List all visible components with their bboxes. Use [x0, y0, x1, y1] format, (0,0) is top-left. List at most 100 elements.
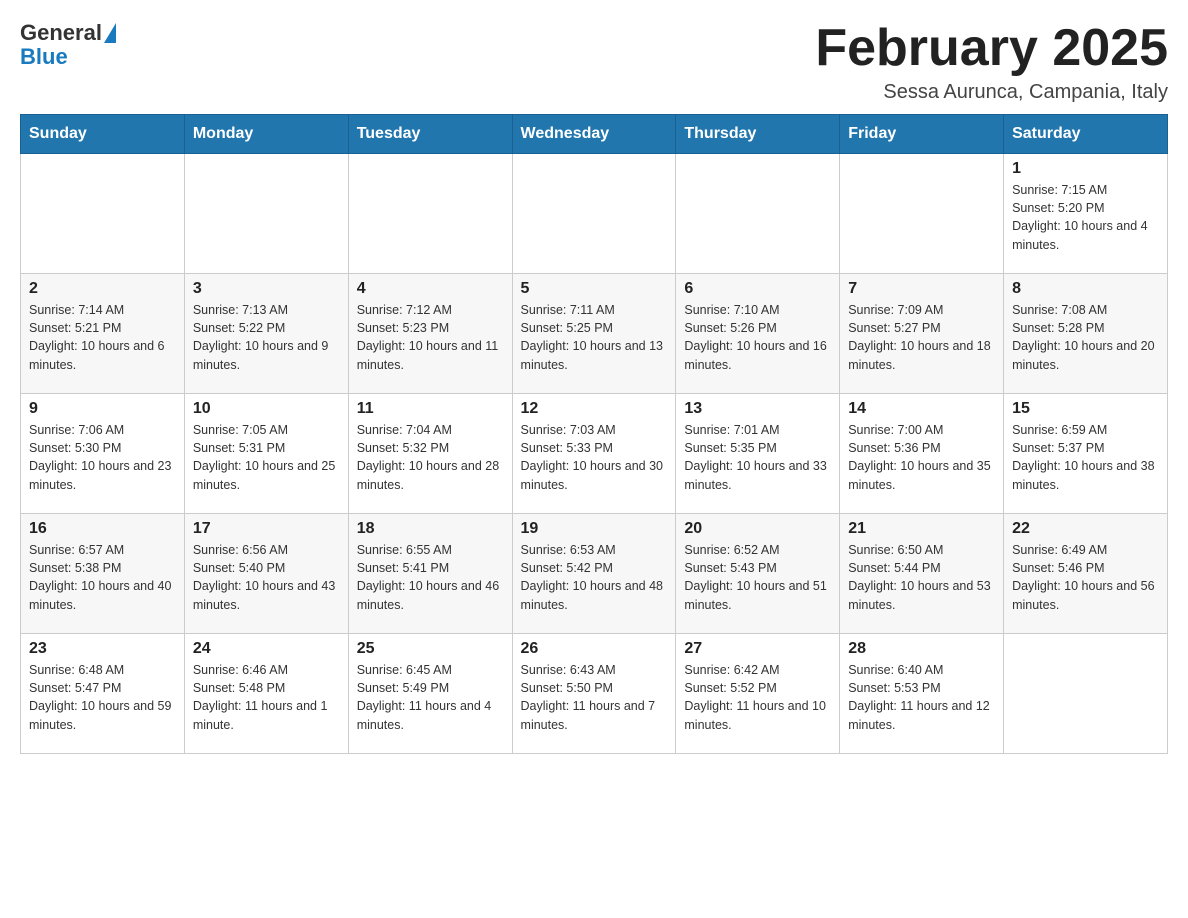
calendar-cell: [348, 154, 512, 274]
day-number: 10: [193, 400, 340, 418]
calendar-cell: 7 Sunrise: 7:09 AMSunset: 5:27 PMDaylight…: [840, 274, 1004, 394]
week-row-4: 16 Sunrise: 6:57 AMSunset: 5:38 PMDayligh…: [21, 514, 1168, 634]
day-number: 26: [521, 640, 668, 658]
weekday-header-friday: Friday: [840, 115, 1004, 154]
calendar-cell: 15 Sunrise: 6:59 AMSunset: 5:37 PMDayligh…: [1004, 394, 1168, 514]
day-number: 14: [848, 400, 995, 418]
calendar-cell: 13 Sunrise: 7:01 AMSunset: 5:35 PMDayligh…: [676, 394, 840, 514]
day-info: Sunrise: 6:57 AMSunset: 5:38 PMDaylight:…: [29, 541, 176, 614]
calendar-table: SundayMondayTuesdayWednesdayThursdayFrid…: [20, 114, 1168, 754]
calendar-cell: [512, 154, 676, 274]
calendar-cell: 24Sunrise: 6:46 AMSunset: 5:48 PMDayligh…: [184, 634, 348, 754]
day-number: 8: [1012, 280, 1159, 298]
calendar-cell: [1004, 634, 1168, 754]
weekday-header-sunday: Sunday: [21, 115, 185, 154]
day-info: Sunrise: 6:48 AMSunset: 5:47 PMDaylight:…: [29, 661, 176, 734]
day-info: Sunrise: 7:09 AMSunset: 5:27 PMDaylight:…: [848, 301, 995, 374]
calendar-cell: 23 Sunrise: 6:48 AMSunset: 5:47 PMDayligh…: [21, 634, 185, 754]
logo: General Blue: [20, 20, 116, 70]
day-info: Sunrise: 6:56 AMSunset: 5:40 PMDaylight:…: [193, 541, 340, 614]
day-number: 25: [357, 640, 504, 658]
day-info: Sunrise: 6:50 AMSunset: 5:44 PMDaylight:…: [848, 541, 995, 614]
calendar-cell: 3 Sunrise: 7:13 AMSunset: 5:22 PMDaylight…: [184, 274, 348, 394]
day-info: Sunrise: 7:00 AMSunset: 5:36 PMDaylight:…: [848, 421, 995, 494]
day-number: 19: [521, 520, 668, 538]
weekday-header-saturday: Saturday: [1004, 115, 1168, 154]
day-number: 24: [193, 640, 340, 658]
day-info: Sunrise: 6:42 AMSunset: 5:52 PMDaylight:…: [684, 661, 831, 734]
logo-general-text: General: [20, 20, 102, 46]
day-number: 18: [357, 520, 504, 538]
day-number: 21: [848, 520, 995, 538]
day-info: Sunrise: 6:43 AMSunset: 5:50 PMDaylight:…: [521, 661, 668, 734]
calendar-cell: 21 Sunrise: 6:50 AMSunset: 5:44 PMDayligh…: [840, 514, 1004, 634]
day-info: Sunrise: 6:40 AMSunset: 5:53 PMDaylight:…: [848, 661, 995, 734]
day-number: 5: [521, 280, 668, 298]
calendar-cell: 14 Sunrise: 7:00 AMSunset: 5:36 PMDayligh…: [840, 394, 1004, 514]
day-number: 23: [29, 640, 176, 658]
day-number: 17: [193, 520, 340, 538]
day-number: 11: [357, 400, 504, 418]
weekday-header-row: SundayMondayTuesdayWednesdayThursdayFrid…: [21, 115, 1168, 154]
calendar-cell: 22 Sunrise: 6:49 AMSunset: 5:46 PMDayligh…: [1004, 514, 1168, 634]
calendar-cell: [840, 154, 1004, 274]
day-number: 15: [1012, 400, 1159, 418]
calendar-cell: 17 Sunrise: 6:56 AMSunset: 5:40 PMDayligh…: [184, 514, 348, 634]
logo-top: General: [20, 20, 116, 46]
weekday-header-monday: Monday: [184, 115, 348, 154]
week-row-5: 23 Sunrise: 6:48 AMSunset: 5:47 PMDayligh…: [21, 634, 1168, 754]
day-number: 3: [193, 280, 340, 298]
day-number: 9: [29, 400, 176, 418]
logo-triangle-icon: [104, 23, 116, 43]
calendar-cell: 27Sunrise: 6:42 AMSunset: 5:52 PMDayligh…: [676, 634, 840, 754]
day-info: Sunrise: 6:53 AMSunset: 5:42 PMDaylight:…: [521, 541, 668, 614]
week-row-1: 1 Sunrise: 7:15 AMSunset: 5:20 PMDaylight…: [21, 154, 1168, 274]
calendar-cell: 1 Sunrise: 7:15 AMSunset: 5:20 PMDaylight…: [1004, 154, 1168, 274]
calendar-body: 1 Sunrise: 7:15 AMSunset: 5:20 PMDaylight…: [21, 154, 1168, 754]
day-info: Sunrise: 6:55 AMSunset: 5:41 PMDaylight:…: [357, 541, 504, 614]
day-info: Sunrise: 6:59 AMSunset: 5:37 PMDaylight:…: [1012, 421, 1159, 494]
day-info: Sunrise: 7:15 AMSunset: 5:20 PMDaylight:…: [1012, 181, 1159, 254]
calendar-cell: 25 Sunrise: 6:45 AMSunset: 5:49 PMDayligh…: [348, 634, 512, 754]
day-info: Sunrise: 7:04 AMSunset: 5:32 PMDaylight:…: [357, 421, 504, 494]
week-row-2: 2Sunrise: 7:14 AMSunset: 5:21 PMDaylight…: [21, 274, 1168, 394]
calendar-cell: [21, 154, 185, 274]
day-info: Sunrise: 7:03 AMSunset: 5:33 PMDaylight:…: [521, 421, 668, 494]
calendar-cell: 4Sunrise: 7:12 AMSunset: 5:23 PMDaylight…: [348, 274, 512, 394]
location: Sessa Aurunca, Campania, Italy: [815, 81, 1168, 104]
day-number: 22: [1012, 520, 1159, 538]
weekday-header-tuesday: Tuesday: [348, 115, 512, 154]
calendar-cell: 26 Sunrise: 6:43 AMSunset: 5:50 PMDayligh…: [512, 634, 676, 754]
calendar-cell: 20Sunrise: 6:52 AMSunset: 5:43 PMDayligh…: [676, 514, 840, 634]
day-info: Sunrise: 6:49 AMSunset: 5:46 PMDaylight:…: [1012, 541, 1159, 614]
calendar-cell: 2Sunrise: 7:14 AMSunset: 5:21 PMDaylight…: [21, 274, 185, 394]
day-number: 7: [848, 280, 995, 298]
day-info: Sunrise: 6:45 AMSunset: 5:49 PMDaylight:…: [357, 661, 504, 734]
day-info: Sunrise: 7:10 AMSunset: 5:26 PMDaylight:…: [684, 301, 831, 374]
calendar-cell: 5Sunrise: 7:11 AMSunset: 5:25 PMDaylight…: [512, 274, 676, 394]
month-title: February 2025: [815, 20, 1168, 77]
calendar-cell: 11 Sunrise: 7:04 AMSunset: 5:32 PMDayligh…: [348, 394, 512, 514]
day-info: Sunrise: 7:01 AMSunset: 5:35 PMDaylight:…: [684, 421, 831, 494]
logo-blue-text: Blue: [20, 44, 68, 70]
calendar-cell: [676, 154, 840, 274]
calendar-cell: 8 Sunrise: 7:08 AMSunset: 5:28 PMDaylight…: [1004, 274, 1168, 394]
calendar-cell: 16 Sunrise: 6:57 AMSunset: 5:38 PMDayligh…: [21, 514, 185, 634]
day-number: 6: [684, 280, 831, 298]
day-number: 20: [684, 520, 831, 538]
day-info: Sunrise: 7:05 AMSunset: 5:31 PMDaylight:…: [193, 421, 340, 494]
calendar-cell: 28 Sunrise: 6:40 AMSunset: 5:53 PMDayligh…: [840, 634, 1004, 754]
weekday-header-wednesday: Wednesday: [512, 115, 676, 154]
day-number: 1: [1012, 160, 1159, 178]
day-number: 12: [521, 400, 668, 418]
day-number: 16: [29, 520, 176, 538]
day-info: Sunrise: 7:13 AMSunset: 5:22 PMDaylight:…: [193, 301, 340, 374]
day-number: 28: [848, 640, 995, 658]
calendar-cell: [184, 154, 348, 274]
calendar-cell: 10 Sunrise: 7:05 AMSunset: 5:31 PMDayligh…: [184, 394, 348, 514]
day-number: 13: [684, 400, 831, 418]
calendar-cell: 19 Sunrise: 6:53 AMSunset: 5:42 PMDayligh…: [512, 514, 676, 634]
day-info: Sunrise: 7:06 AMSunset: 5:30 PMDaylight:…: [29, 421, 176, 494]
day-info: Sunrise: 7:08 AMSunset: 5:28 PMDaylight:…: [1012, 301, 1159, 374]
page-header: General Blue February 2025 Sessa Aurunca…: [20, 20, 1168, 104]
